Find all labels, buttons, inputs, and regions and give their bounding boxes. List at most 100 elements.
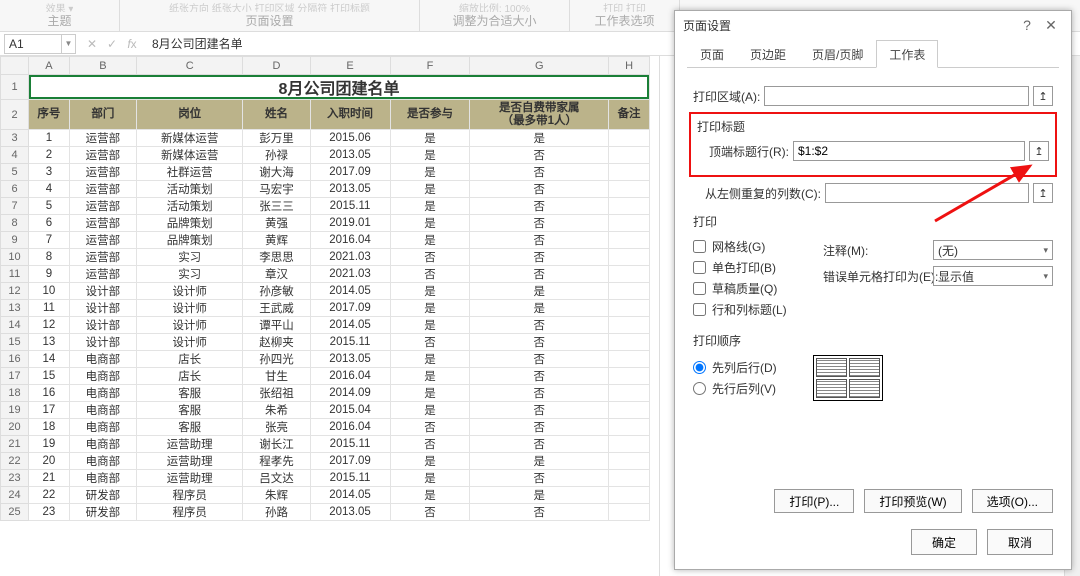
cell[interactable]: 10	[29, 283, 70, 300]
cell[interactable]: 新媒体运营	[137, 147, 243, 164]
cell[interactable]: 研发部	[69, 487, 136, 504]
cell[interactable]	[609, 283, 650, 300]
cell[interactable]	[609, 504, 650, 521]
cell[interactable]: 2014.05	[310, 487, 390, 504]
order-down-radio[interactable]	[693, 361, 706, 374]
rowcol-headers-checkbox[interactable]	[693, 303, 706, 316]
cell[interactable]	[609, 402, 650, 419]
cell[interactable]: 是	[390, 198, 470, 215]
cell[interactable]: 是	[390, 487, 470, 504]
cell[interactable]: 是	[390, 385, 470, 402]
cell[interactable]: 店长	[137, 351, 243, 368]
cell[interactable]: 运营部	[69, 164, 136, 181]
cell[interactable]: 21	[29, 470, 70, 487]
cancel-button[interactable]: 取消	[987, 529, 1053, 555]
column-header[interactable]: H	[609, 57, 650, 75]
table-row[interactable]: 1513设计部设计师赵柳夹2015.11否否	[1, 334, 650, 351]
cell[interactable]: 12	[29, 317, 70, 334]
cell[interactable]: 黄强	[243, 215, 310, 232]
cell[interactable]: 否	[470, 232, 609, 249]
cell[interactable]	[609, 249, 650, 266]
cell[interactable]: 是	[470, 487, 609, 504]
row-header[interactable]: 4	[1, 147, 29, 164]
cell[interactable]: 运营部	[69, 215, 136, 232]
cell[interactable]: 2016.04	[310, 232, 390, 249]
cell[interactable]: 客服	[137, 402, 243, 419]
row-header[interactable]: 12	[1, 283, 29, 300]
cell[interactable]: 谭平山	[243, 317, 310, 334]
cell[interactable]: 李思思	[243, 249, 310, 266]
table-row[interactable]: 53运营部社群运营谢大海2017.09是否	[1, 164, 650, 181]
cell[interactable]: 否	[470, 385, 609, 402]
cell[interactable]: 7	[29, 232, 70, 249]
cell[interactable]: 活动策划	[137, 181, 243, 198]
cell[interactable]: 1	[29, 130, 70, 147]
table-row[interactable]: 1614电商部店长孙四光2013.05是否	[1, 351, 650, 368]
cell[interactable]: 是	[390, 402, 470, 419]
cell[interactable]: 2017.09	[310, 164, 390, 181]
column-header[interactable]: A	[29, 57, 70, 75]
column-header[interactable]: F	[390, 57, 470, 75]
cell[interactable]: 是	[470, 453, 609, 470]
help-button[interactable]: ?	[1015, 17, 1039, 33]
cell[interactable]: 13	[29, 334, 70, 351]
cell[interactable]: 设计师	[137, 283, 243, 300]
options-button[interactable]: 选项(O)...	[972, 489, 1053, 513]
enter-icon[interactable]: ✓	[102, 37, 122, 51]
cell[interactable]: 甘生	[243, 368, 310, 385]
cell[interactable]: 是	[390, 232, 470, 249]
cell[interactable]: 否	[470, 164, 609, 181]
table-row[interactable]: 108运营部实习李思思2021.03否否	[1, 249, 650, 266]
cell[interactable]: 电商部	[69, 402, 136, 419]
left-cols-picker-icon[interactable]: ↥	[1033, 183, 1053, 203]
row-header[interactable]: 19	[1, 402, 29, 419]
cell[interactable]: 2021.03	[310, 249, 390, 266]
print-preview-button[interactable]: 打印预览(W)	[864, 489, 961, 513]
cell[interactable]: 2015.04	[310, 402, 390, 419]
cell[interactable]: 否	[470, 249, 609, 266]
table-row[interactable]: 2321电商部运营助理吕文达2015.11是否	[1, 470, 650, 487]
column-header[interactable]: B	[69, 57, 136, 75]
cell[interactable]: 朱希	[243, 402, 310, 419]
cell[interactable]: 孙禄	[243, 147, 310, 164]
errors-select[interactable]: 显示值▾	[933, 266, 1053, 286]
cell[interactable]: 孙彦敏	[243, 283, 310, 300]
cell[interactable]: 2014.05	[310, 283, 390, 300]
cell[interactable]: 2013.05	[310, 147, 390, 164]
cell[interactable]: 16	[29, 385, 70, 402]
cell[interactable]: 章汉	[243, 266, 310, 283]
cell[interactable]: 社群运营	[137, 164, 243, 181]
cell[interactable]: 2015.11	[310, 436, 390, 453]
cell[interactable]: 设计师	[137, 317, 243, 334]
cell[interactable]: 品牌策划	[137, 232, 243, 249]
cell[interactable]: 彭万里	[243, 130, 310, 147]
row-header[interactable]: 1	[1, 75, 29, 100]
cell[interactable]: 2015.11	[310, 198, 390, 215]
cell[interactable]: 实习	[137, 249, 243, 266]
cell[interactable]: 吕文达	[243, 470, 310, 487]
table-header-cell[interactable]: 入职时间	[310, 100, 390, 130]
row-header[interactable]: 7	[1, 198, 29, 215]
row-header[interactable]: 14	[1, 317, 29, 334]
cell[interactable]: 11	[29, 300, 70, 317]
cell[interactable]: 17	[29, 402, 70, 419]
cell[interactable]: 设计师	[137, 334, 243, 351]
table-row[interactable]: 2220电商部运营助理程孝先2017.09是是	[1, 453, 650, 470]
cell[interactable]: 否	[470, 504, 609, 521]
cell[interactable]: 2014.09	[310, 385, 390, 402]
cell[interactable]: 否	[390, 504, 470, 521]
mono-checkbox[interactable]	[693, 261, 706, 274]
cell[interactable]	[609, 164, 650, 181]
cell[interactable]: 8	[29, 249, 70, 266]
cell[interactable]: 2014.05	[310, 317, 390, 334]
cell[interactable]: 运营部	[69, 130, 136, 147]
row-header[interactable]: 20	[1, 419, 29, 436]
cell[interactable]: 运营助理	[137, 470, 243, 487]
cell[interactable]: 是	[470, 130, 609, 147]
name-box-dropdown[interactable]: ▼	[62, 34, 76, 54]
cell[interactable]: 是	[390, 300, 470, 317]
cell[interactable]: 2015.11	[310, 334, 390, 351]
cell[interactable]	[609, 181, 650, 198]
cell[interactable]: 是	[390, 283, 470, 300]
table-row[interactable]: 86运营部品牌策划黄强2019.01是否	[1, 215, 650, 232]
